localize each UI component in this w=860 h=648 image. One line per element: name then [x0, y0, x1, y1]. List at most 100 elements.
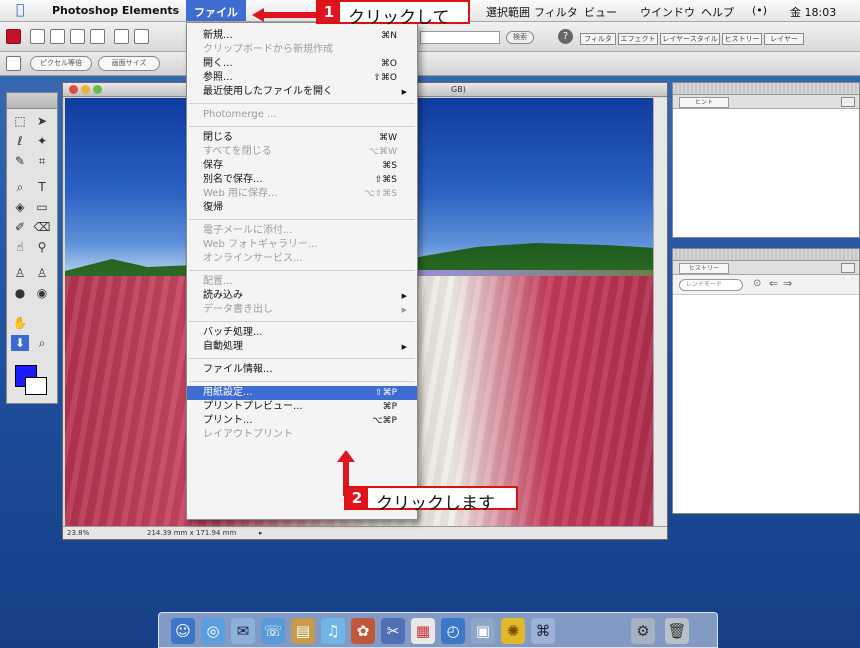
zoom-tool-icon[interactable] — [6, 56, 21, 71]
status-arrow-icon[interactable]: ▸ — [259, 527, 263, 539]
background-color-swatch[interactable] — [25, 377, 47, 395]
save-icon[interactable] — [114, 29, 129, 44]
email-icon[interactable] — [134, 29, 149, 44]
file-menu-item[interactable]: 復帰 — [187, 201, 417, 215]
adobe-logo-icon[interactable] — [6, 29, 21, 44]
help-icon[interactable]: ? — [558, 29, 573, 44]
file-menu-item[interactable]: バッチ処理... — [187, 326, 417, 340]
tab-hints[interactable]: ヒント — [679, 97, 729, 108]
open-file-icon[interactable] — [50, 29, 65, 44]
annotation-step-2-text: クリックします — [376, 494, 495, 514]
stamp-tool-icon[interactable]: ♙ — [11, 265, 29, 281]
file-menu-item[interactable]: プリント... ⌥⌘P — [187, 414, 417, 428]
vertical-scrollbar[interactable] — [653, 98, 667, 526]
iphoto-icon[interactable]: ✿ — [351, 618, 375, 644]
file-menu-item[interactable]: ファイル情報... — [187, 363, 417, 377]
safari-icon[interactable]: ◎ — [201, 618, 225, 644]
tab-layers[interactable]: レイヤー — [764, 33, 804, 45]
tab-history-palette[interactable]: ヒストリー — [679, 263, 729, 274]
file-menu-item[interactable]: プリントプレビュー... ⌘P — [187, 400, 417, 414]
file-menu[interactable]: ファイル — [186, 0, 246, 21]
palette-more-button[interactable] — [841, 97, 855, 107]
menu-help[interactable]: ヘルプ — [701, 4, 734, 20]
file-menu-item[interactable]: 最近使用したファイルを開く ▶ — [187, 85, 417, 99]
type-tool-icon[interactable]: T — [33, 179, 51, 195]
imovie-icon[interactable]: ✂ — [381, 618, 405, 644]
file-menu-item[interactable]: 開く... ⌘O — [187, 57, 417, 71]
pencil-tool-icon[interactable]: ✐ — [11, 219, 29, 235]
mail-icon[interactable]: ✉ — [231, 618, 255, 644]
app-menu[interactable]: Photoshop Elements — [52, 4, 179, 17]
file-menu-item[interactable]: 読み込み ▶ — [187, 289, 417, 303]
palette-more-button[interactable] — [841, 263, 855, 273]
trash-icon[interactable]: 🗑 — [665, 618, 689, 644]
tab-history[interactable]: ヒストリー — [722, 33, 762, 45]
hand-tool-icon[interactable]: ✋ — [11, 315, 29, 331]
menu-filter[interactable]: フィルタ — [534, 4, 578, 20]
menu-extra[interactable]: (•) — [752, 4, 767, 17]
photoshop-elements-icon[interactable]: ✺ — [501, 618, 525, 644]
quicktime-icon[interactable]: ◴ — [441, 618, 465, 644]
browse-icon[interactable] — [70, 29, 85, 44]
apple-menu-icon[interactable]:  — [16, 2, 24, 18]
tab-filters[interactable]: フィルタ — [580, 33, 616, 45]
file-menu-item[interactable]: 用紙設定... ⇧⌘P — [187, 386, 417, 400]
ical-icon[interactable]: ▦ — [411, 618, 435, 644]
smudge-tool-icon[interactable]: ☝ — [11, 239, 29, 255]
lasso-tool-icon[interactable]: ℓ — [11, 133, 29, 149]
file-menu-item[interactable]: 別名で保存... ⇧⌘S — [187, 173, 417, 187]
file-menu-item[interactable]: 保存 ⌘S — [187, 159, 417, 173]
lock-icon[interactable]: ⊙ — [753, 278, 761, 289]
palette-titlebar[interactable] — [673, 249, 859, 261]
move-tool-icon[interactable]: ➤ — [33, 113, 51, 129]
eyedropper-tool-icon[interactable]: ⬇ — [11, 335, 29, 351]
finder-icon[interactable]: ☺ — [171, 618, 195, 644]
close-window-icon[interactable] — [69, 85, 78, 94]
file-menu-item[interactable]: 閉じる ⌘W — [187, 131, 417, 145]
bucket-tool-icon[interactable]: ◈ — [11, 199, 29, 215]
image-capture-icon[interactable]: ⌘ — [531, 618, 555, 644]
eraser-tool-icon[interactable]: ⌫ — [33, 219, 51, 235]
new-file-icon[interactable] — [30, 29, 45, 44]
menu-item-label: 参照... — [203, 72, 233, 83]
menu-item-shortcut: ⌥⇧⌘S — [364, 189, 397, 199]
file-menu-item[interactable]: 参照... ⇧⌘O — [187, 71, 417, 85]
preview-icon[interactable]: ▣ — [471, 618, 495, 644]
tab-effects[interactable]: エフェクト — [618, 33, 658, 45]
palette-titlebar[interactable] — [673, 83, 859, 95]
dodge-tool-icon[interactable]: ⚲ — [33, 239, 51, 255]
file-menu-item[interactable]: 新規... ⌘N — [187, 29, 417, 43]
search-input[interactable] — [420, 31, 500, 44]
magnify-tool-icon[interactable]: ⌕ — [33, 335, 51, 351]
minimize-window-icon[interactable] — [81, 85, 90, 94]
redeye-tool-icon[interactable]: ◉ — [33, 285, 51, 301]
marquee-tool-icon[interactable]: ⬚ — [11, 113, 29, 129]
print-icon[interactable] — [90, 29, 105, 44]
menu-view[interactable]: ビュー — [584, 4, 617, 20]
toolbox-header — [7, 93, 57, 109]
tab-layer-styles[interactable]: レイヤースタイル — [660, 33, 720, 45]
ichat-icon[interactable]: ☏ — [261, 618, 285, 644]
menu-item-label: 開く... — [203, 58, 233, 69]
zoom-window-icon[interactable] — [93, 85, 102, 94]
brush-tool-icon[interactable]: ✎ — [11, 153, 29, 169]
crop-tool-icon[interactable]: ⌗ — [33, 153, 51, 169]
fit-screen-button[interactable]: 画面サイズ — [98, 56, 160, 71]
menu-select[interactable]: 選択範囲 — [486, 4, 530, 20]
menu-window[interactable]: ウインドウ — [640, 4, 695, 20]
zoom-icon[interactable]: ⌕ — [11, 179, 29, 195]
addressbook-icon[interactable]: ▤ — [291, 618, 315, 644]
magic-wand-icon[interactable]: ✦ — [33, 133, 51, 149]
back-arrow-icon[interactable]: ⇐ — [769, 277, 778, 290]
actual-pixels-button[interactable]: ピクセル等倍 — [30, 56, 92, 71]
zoom-level[interactable]: 23.8% — [67, 527, 89, 539]
blend-mode-select[interactable]: レンドモード — [679, 279, 743, 291]
system-prefs-icon[interactable]: ⚙ — [631, 618, 655, 644]
file-menu-item[interactable]: 自動処理 ▶ — [187, 340, 417, 354]
search-button[interactable]: 検索 — [506, 31, 534, 44]
forward-arrow-icon[interactable]: ⇒ — [783, 277, 792, 290]
itunes-icon[interactable]: ♫ — [321, 618, 345, 644]
burn-tool-icon[interactable]: ♙ — [33, 265, 51, 281]
shape-tool-icon[interactable]: ▭ — [33, 199, 51, 215]
sponge-tool-icon[interactable]: ● — [11, 285, 29, 301]
